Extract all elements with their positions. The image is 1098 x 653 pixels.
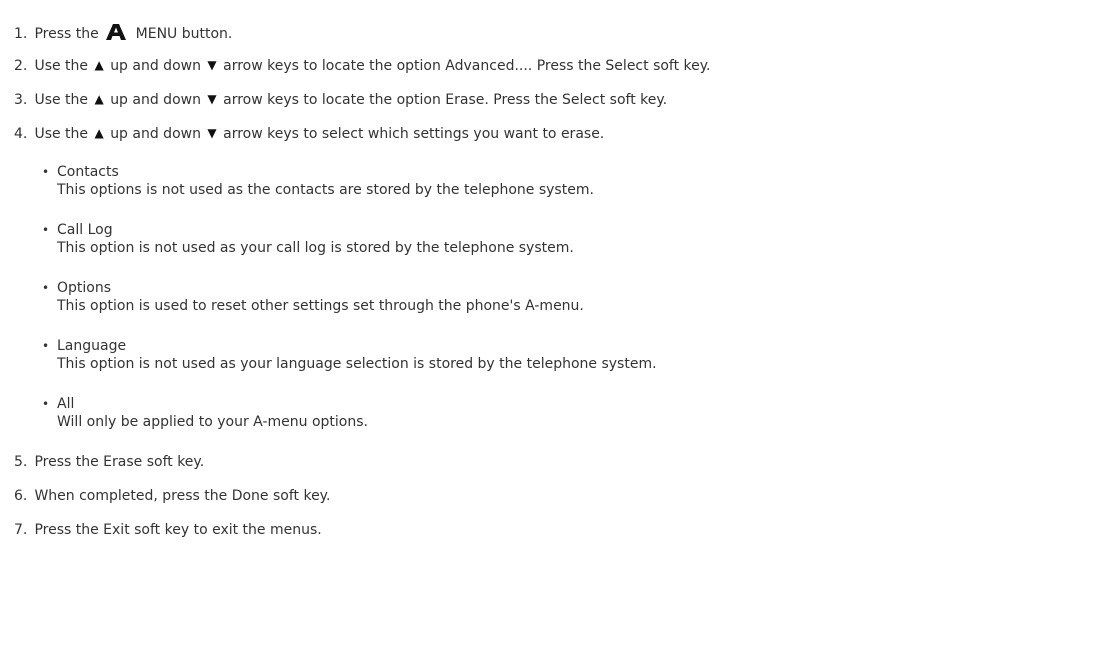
option-description: Will only be applied to your A-menu opti… xyxy=(57,414,368,430)
bullet-icon: • xyxy=(42,281,50,295)
option-title: Language xyxy=(57,338,127,354)
step-text: Press the xyxy=(34,26,99,42)
step-text: arrow keys to select which settings you … xyxy=(223,126,605,142)
option-title: Options xyxy=(57,280,112,296)
step-text: Use the xyxy=(34,92,89,108)
step-3: 3. Use the ▲ up and down ▼ arrow keys to… xyxy=(14,91,667,109)
step-text: Press the Erase soft key. xyxy=(34,454,205,470)
option-description: This option is used to reset other setti… xyxy=(57,298,584,314)
bullet-icon: • xyxy=(42,223,50,237)
step-number: 6. xyxy=(14,488,28,504)
step-text: Use the xyxy=(34,126,89,142)
option-description: This options is not used as the contacts… xyxy=(57,182,594,198)
down-arrow-icon: ▼ xyxy=(207,126,217,140)
bullet-icon: • xyxy=(42,339,50,353)
bullet-icon: • xyxy=(42,397,50,411)
step-number: 7. xyxy=(14,522,28,538)
option-item-contacts: • Contacts This options is not used as t… xyxy=(42,163,594,199)
bullet-icon: • xyxy=(42,165,50,179)
step-2: 2. Use the ▲ up and down ▼ arrow keys to… xyxy=(14,57,711,75)
option-description: This option is not used as your call log… xyxy=(57,240,574,256)
step-7: 7. Press the Exit soft key to exit the m… xyxy=(14,521,322,539)
step-text: arrow keys to locate the option Advanced… xyxy=(223,58,711,74)
step-4: 4. Use the ▲ up and down ▼ arrow keys to… xyxy=(14,125,604,143)
option-title: Call Log xyxy=(57,222,113,238)
option-item-call-log: • Call Log This option is not used as yo… xyxy=(42,221,574,257)
option-description: This option is not used as your language… xyxy=(57,356,657,372)
option-item-all: • All Will only be applied to your A-men… xyxy=(42,395,368,431)
step-text: Use the xyxy=(34,58,89,74)
up-arrow-icon: ▲ xyxy=(94,126,104,140)
down-arrow-icon: ▼ xyxy=(207,92,217,106)
a-menu-icon xyxy=(106,24,127,40)
option-title: Contacts xyxy=(57,164,119,180)
step-text: arrow keys to locate the option Erase. P… xyxy=(223,92,668,108)
option-item-language: • Language This option is not used as yo… xyxy=(42,337,657,373)
step-text: MENU button. xyxy=(135,26,233,42)
option-title: All xyxy=(57,396,75,412)
step-text: up and down xyxy=(110,58,201,74)
step-number: 2. xyxy=(14,58,28,74)
step-text: up and down xyxy=(110,126,201,142)
step-1: 1. Press the MENU button. xyxy=(14,23,232,43)
step-5: 5. Press the Erase soft key. xyxy=(14,453,204,471)
step-text: When completed, press the Done soft key. xyxy=(34,488,331,504)
step-number: 4. xyxy=(14,126,28,142)
up-arrow-icon: ▲ xyxy=(94,92,104,106)
step-text: Press the Exit soft key to exit the menu… xyxy=(34,522,322,538)
step-6: 6. When completed, press the Done soft k… xyxy=(14,487,330,505)
down-arrow-icon: ▼ xyxy=(207,58,217,72)
up-arrow-icon: ▲ xyxy=(94,58,104,72)
step-text: up and down xyxy=(110,92,201,108)
step-number: 5. xyxy=(14,454,28,470)
step-number: 3. xyxy=(14,92,28,108)
step-number: 1. xyxy=(14,26,28,42)
option-item-options: • Options This option is used to reset o… xyxy=(42,279,584,315)
